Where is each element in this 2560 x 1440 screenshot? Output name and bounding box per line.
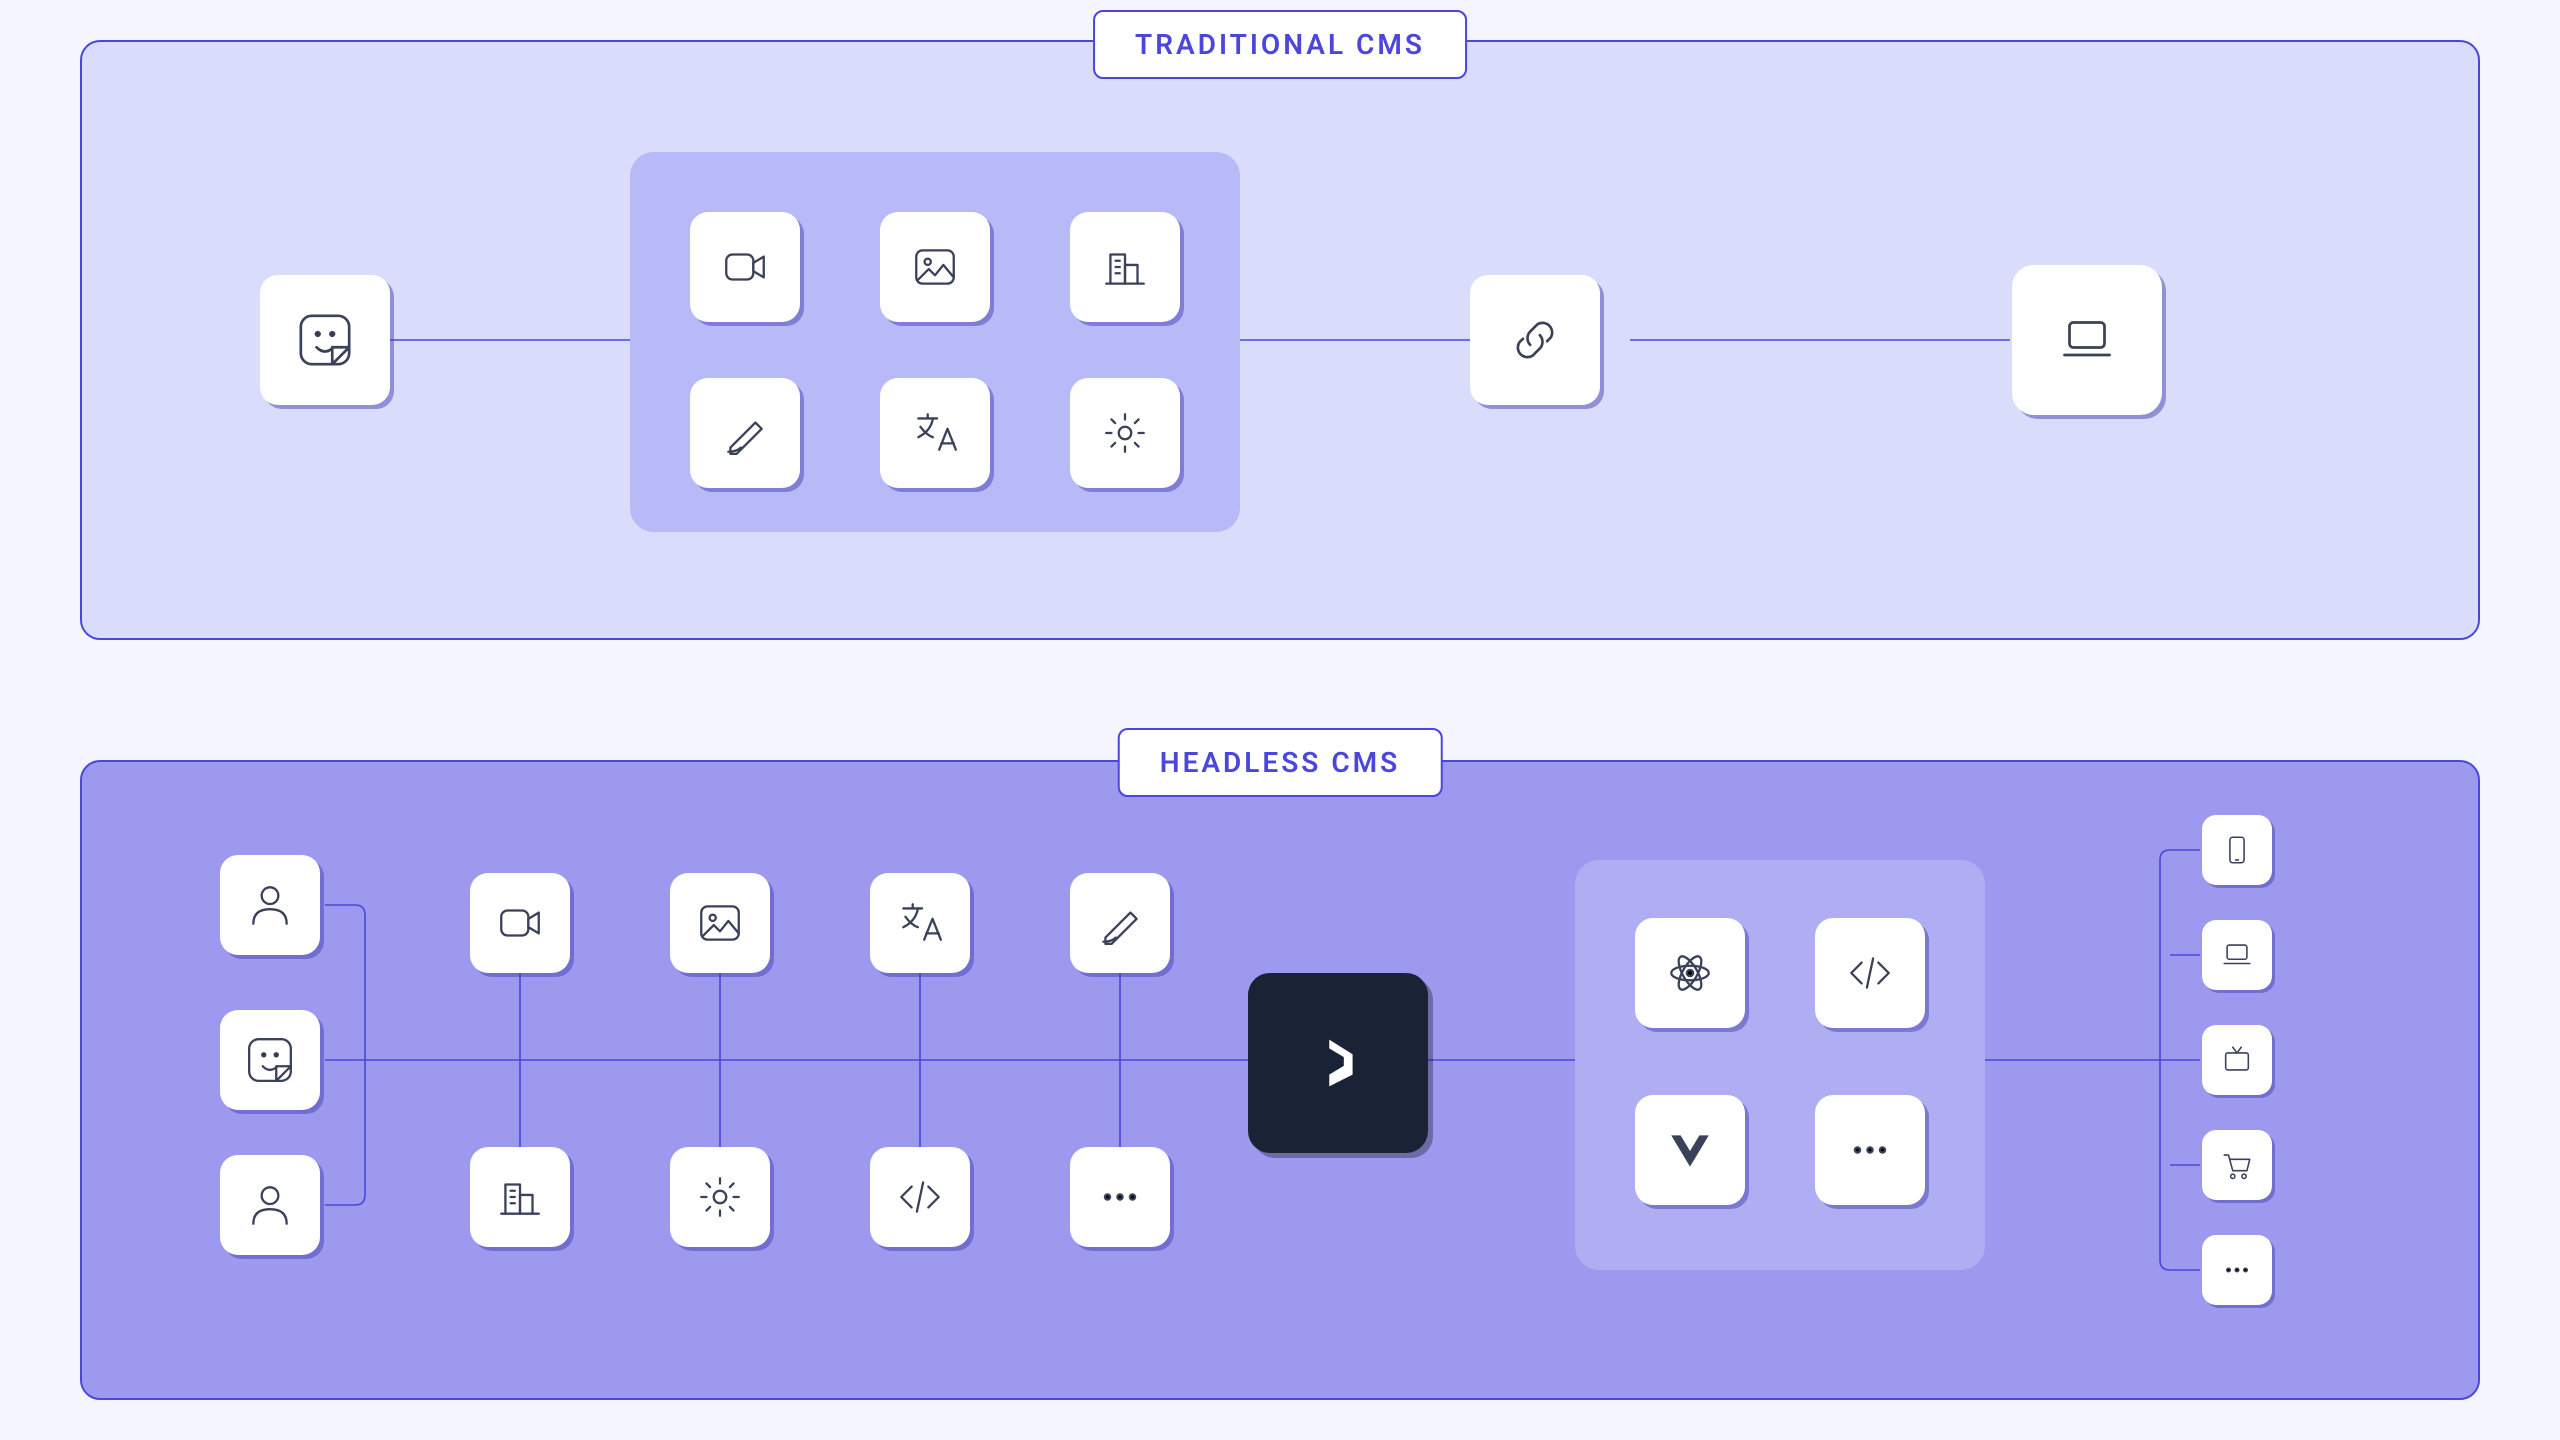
image-icon [910, 242, 960, 292]
more-icon [2220, 1253, 2254, 1287]
content-tile [870, 873, 970, 973]
framework-tile [1635, 918, 1745, 1028]
building-icon [1100, 242, 1150, 292]
content-tile [880, 212, 990, 322]
headless-user-tile [220, 1010, 320, 1110]
output-tile [2202, 1235, 2272, 1305]
traditional-user-tile [260, 275, 390, 405]
link-icon [1506, 311, 1564, 369]
translate-icon [910, 408, 960, 458]
building-icon [495, 1172, 545, 1222]
translate-icon [895, 898, 945, 948]
laptop-icon [2057, 310, 2117, 370]
content-tile [470, 1147, 570, 1247]
traditional-output-tile [2012, 265, 2162, 415]
output-tile [2202, 1025, 2272, 1095]
code-icon [895, 1172, 945, 1222]
pen-icon [1095, 898, 1145, 948]
more-icon [1845, 1125, 1895, 1175]
video-icon [495, 898, 545, 948]
image-icon [695, 898, 745, 948]
content-tile [880, 378, 990, 488]
gear-icon [1100, 408, 1150, 458]
vue-icon [1665, 1125, 1715, 1175]
laptop-icon [2220, 938, 2254, 972]
output-tile [2202, 920, 2272, 990]
headless-user-tile [220, 855, 320, 955]
video-icon [720, 242, 770, 292]
content-tile [670, 873, 770, 973]
traditional-link-tile [1470, 275, 1600, 405]
smartphone-icon [2220, 833, 2254, 867]
tv-icon [2220, 1043, 2254, 1077]
content-tile [1070, 378, 1180, 488]
content-tile [870, 1147, 970, 1247]
cart-icon [2220, 1148, 2254, 1182]
framework-tile [1635, 1095, 1745, 1205]
content-tile [1070, 1147, 1170, 1247]
react-icon [1665, 948, 1715, 998]
frameworks-panel [1575, 860, 1985, 1270]
content-tile [670, 1147, 770, 1247]
output-tile [2202, 815, 2272, 885]
pen-icon [720, 408, 770, 458]
code-icon [1845, 948, 1895, 998]
headless-user-tile [220, 1155, 320, 1255]
gear-icon [695, 1172, 745, 1222]
more-icon [1095, 1172, 1145, 1222]
framework-tile [1815, 918, 1925, 1028]
content-tile [1070, 212, 1180, 322]
output-tile [2202, 1130, 2272, 1200]
user-icon [245, 880, 295, 930]
content-tile [690, 378, 800, 488]
content-tile [470, 873, 570, 973]
user-icon [245, 1180, 295, 1230]
directus-hub-tile [1248, 973, 1428, 1153]
directus-logo-icon [1303, 1028, 1373, 1098]
content-tile [1070, 873, 1170, 973]
sticker-smile-icon [296, 311, 354, 369]
framework-tile [1815, 1095, 1925, 1205]
content-tile [690, 212, 800, 322]
sticker-smile-icon [245, 1035, 295, 1085]
